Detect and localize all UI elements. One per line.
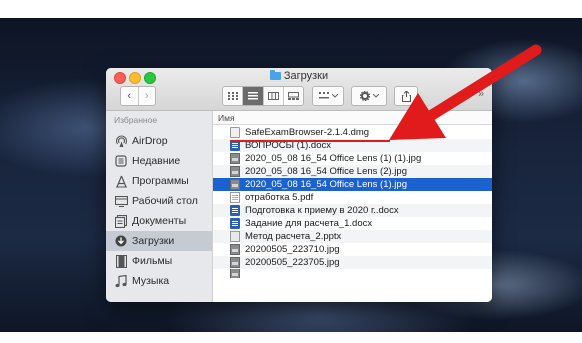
annotation-arrow	[389, 44, 542, 140]
